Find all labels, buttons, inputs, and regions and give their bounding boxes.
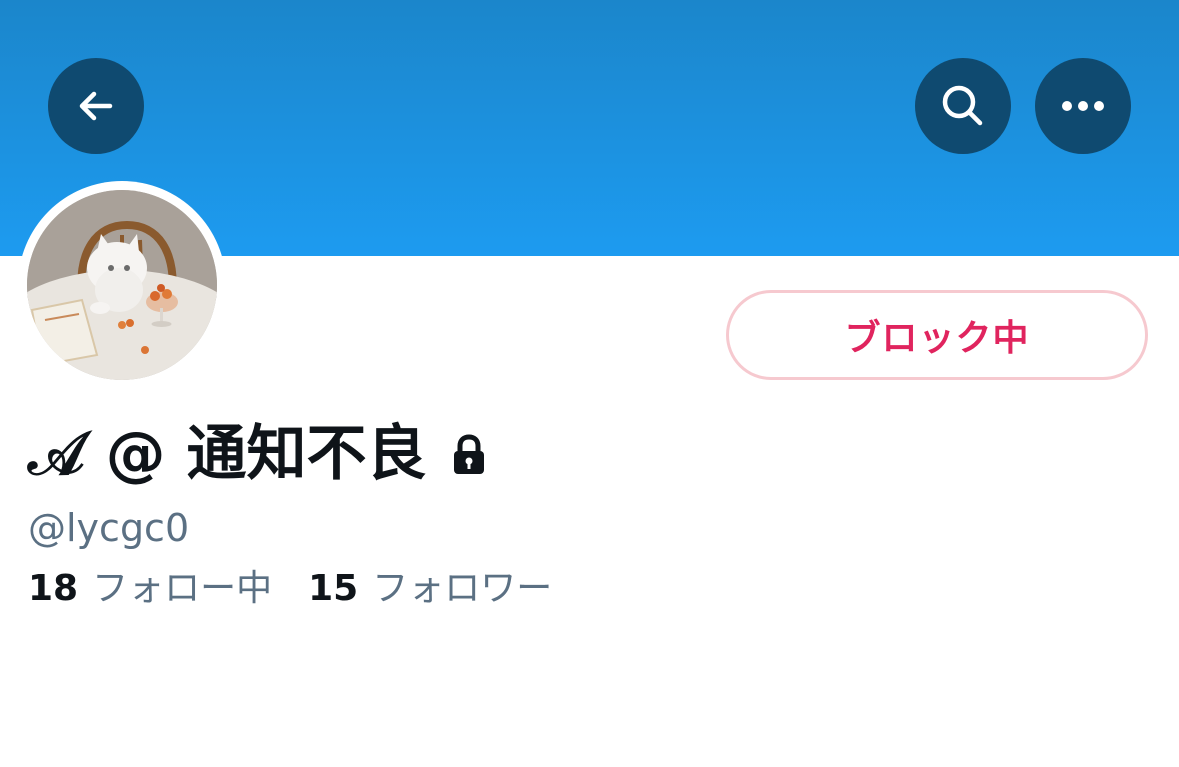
followers-label: フォロワー <box>372 568 553 609</box>
arrow-left-icon <box>79 91 113 121</box>
more-button[interactable] <box>1035 58 1131 154</box>
user-handle: @lycgc0 <box>28 506 190 550</box>
profile-page: ブロック中 𝒜 @ 通知不良 @lycgc0 18 フォロー中 15 フォロワー <box>0 0 1179 767</box>
following-label: フォロー中 <box>92 568 273 609</box>
more-horizontal-icon <box>1062 101 1104 111</box>
follow-stats: 18 フォロー中 15 フォロワー <box>28 567 552 611</box>
back-button[interactable] <box>48 58 144 154</box>
followers-stat[interactable]: 15 フォロワー <box>308 567 552 611</box>
following-count: 18 <box>28 568 79 609</box>
search-icon <box>942 85 983 126</box>
avatar-photo <box>27 190 217 380</box>
avatar[interactable] <box>27 190 217 380</box>
lock-icon <box>451 434 487 476</box>
blocked-button[interactable]: ブロック中 <box>726 290 1148 380</box>
followers-count: 15 <box>308 568 359 609</box>
display-name: 𝒜 @ 通知不良 <box>28 419 427 489</box>
avatar-frame <box>18 181 226 389</box>
search-button[interactable] <box>915 58 1011 154</box>
following-stat[interactable]: 18 フォロー中 <box>28 567 272 611</box>
display-name-row: 𝒜 @ 通知不良 <box>28 418 487 490</box>
